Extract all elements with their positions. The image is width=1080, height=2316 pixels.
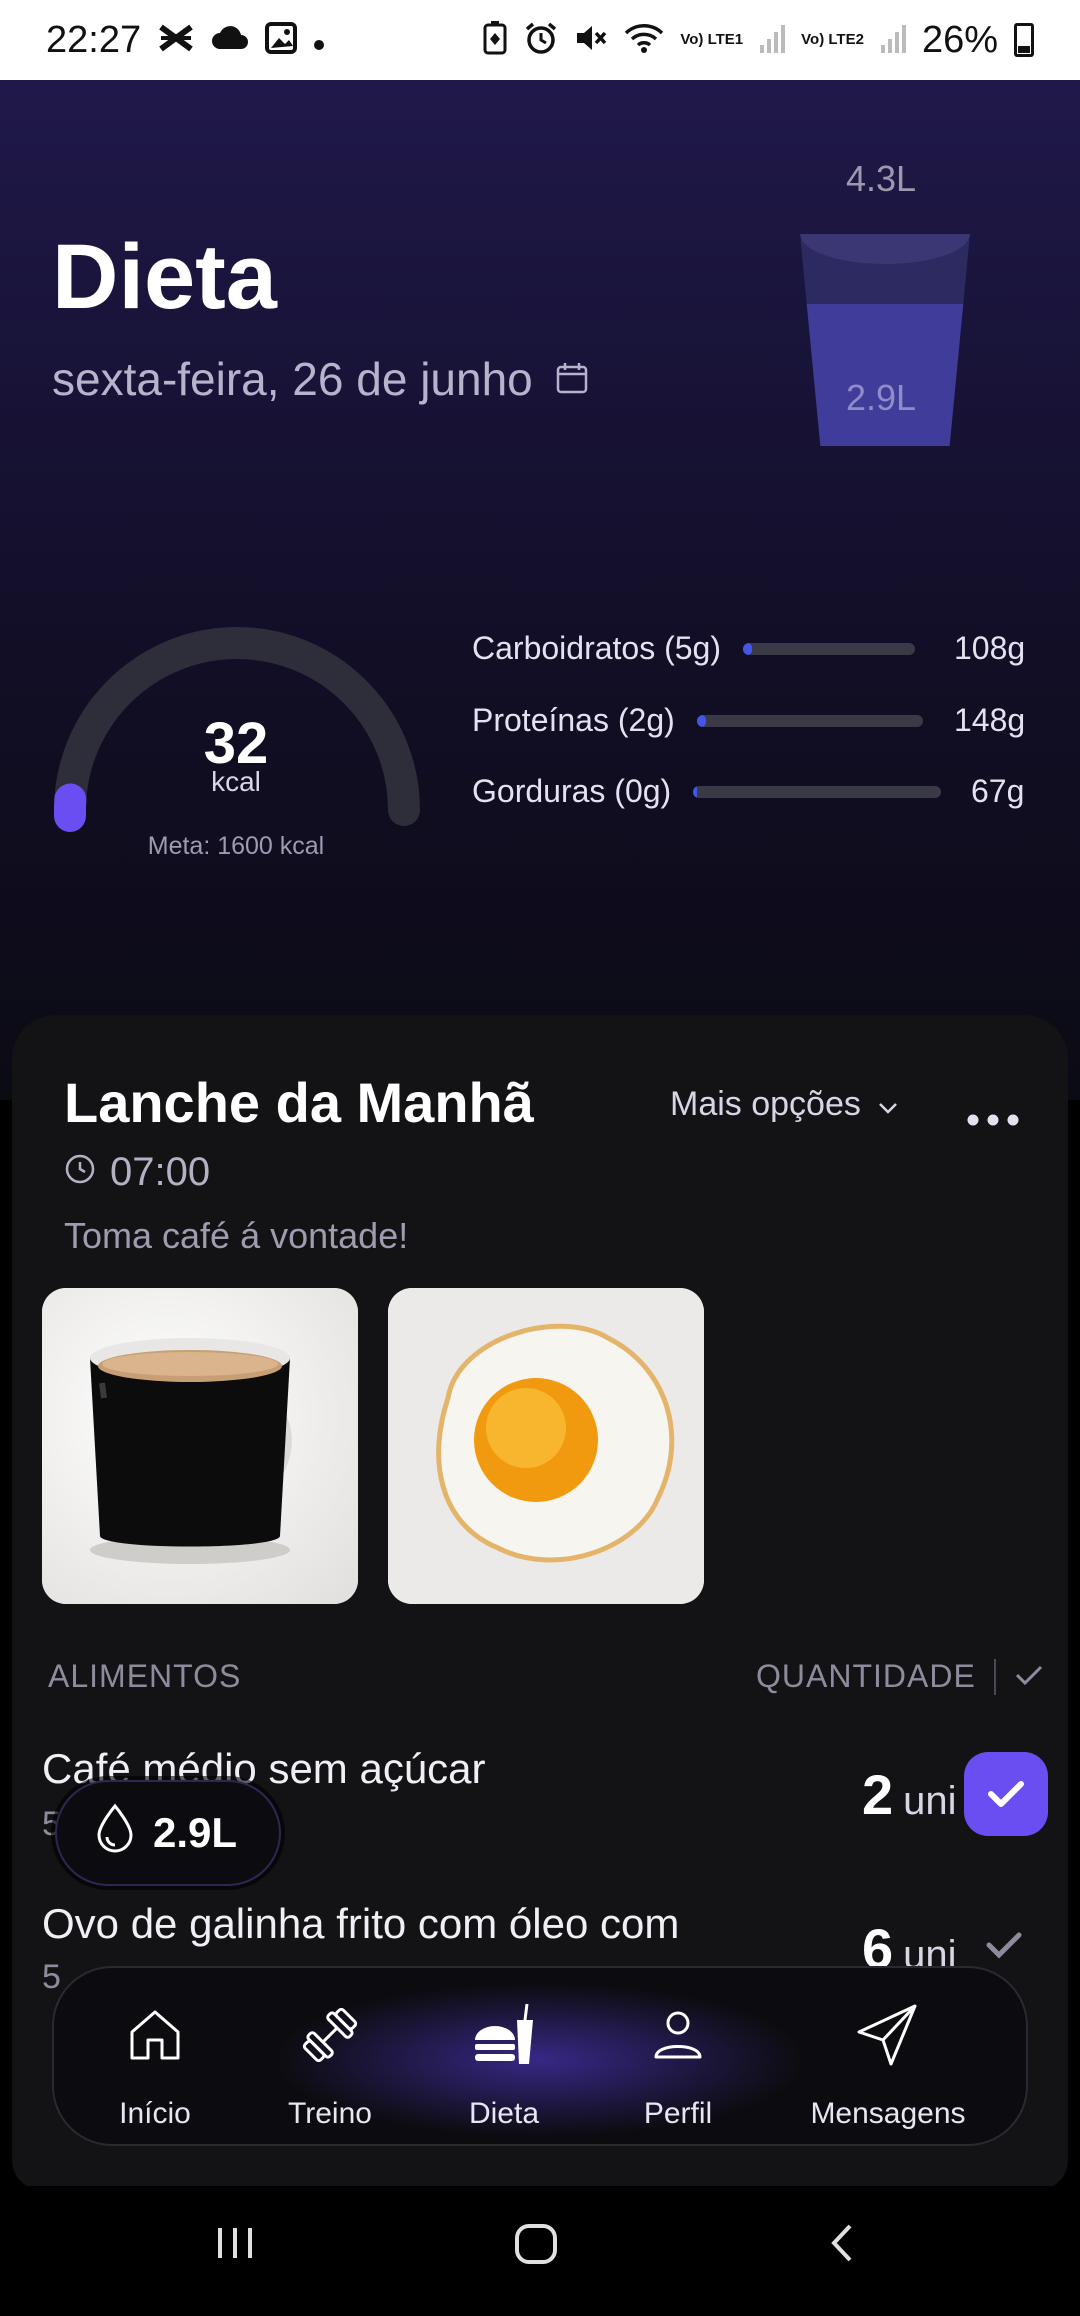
more-options-label: Mais opções	[670, 1085, 861, 1123]
date-selector[interactable]: sexta-feira, 26 de junho	[52, 352, 589, 406]
check-icon	[988, 1781, 1024, 1807]
battery-percent: 26%	[921, 18, 998, 61]
home-button-icon[interactable]	[512, 2220, 560, 2273]
coffee-cup-photo[interactable]	[42, 1288, 358, 1604]
signal-icon	[880, 23, 906, 58]
calorie-unit: kcal	[211, 766, 261, 797]
header-background	[0, 0, 1080, 1100]
macro-protein: Proteínas (2g)	[472, 702, 923, 739]
dot-icon	[313, 24, 325, 56]
nav-item-home[interactable]: Início	[65, 1995, 245, 2131]
cloud-icon	[211, 24, 249, 56]
fried-egg-photo[interactable]	[388, 1288, 704, 1604]
x-mark-icon	[157, 23, 195, 58]
nav-item-profile[interactable]: Perfil	[588, 1995, 768, 2131]
nav-item-diet[interactable]: Dieta	[414, 1995, 594, 2131]
back-icon[interactable]	[820, 2220, 866, 2271]
network-lte2: Vo) LTE2	[801, 31, 864, 48]
nav-label: Dieta	[468, 2097, 540, 2130]
macro-fat: Gorduras (0g)	[472, 773, 942, 810]
wifi-icon	[624, 22, 664, 59]
dumbbell-icon	[240, 1995, 420, 2075]
water-intake-button[interactable]: 2.9L	[55, 1780, 281, 1886]
calorie-goal: Meta: 1600 kcal	[147, 832, 325, 860]
check-all-icon[interactable]	[1014, 1658, 1044, 1695]
status-bar: 22:27 Vo) LTE1 Vo) LTE2 26%	[0, 0, 1080, 80]
quantity-column-header: QUANTIDADE	[756, 1658, 1044, 1695]
calendar-icon[interactable]	[555, 352, 589, 406]
water-current: 2.9L	[846, 377, 917, 418]
macro-progress	[693, 785, 697, 798]
macro-label: Proteínas (2g)	[472, 702, 675, 738]
macro-label: Carboidratos (5g)	[472, 630, 721, 666]
quantity-unit: uni	[903, 1779, 957, 1823]
send-icon	[798, 1995, 978, 2075]
network-lte1-label: Vo) LTE1	[680, 31, 744, 48]
home-icon	[65, 1995, 245, 2075]
water-drop-icon	[95, 1803, 135, 1863]
meal-title: Lanche da Manhã	[64, 1071, 534, 1134]
network-lte1: Vo) LTE1	[680, 31, 744, 48]
nav-label: Mensagens	[810, 2097, 966, 2130]
quantity-column-label: QUANTIDADE	[756, 1658, 976, 1694]
more-options-dropdown[interactable]: Mais opções	[670, 1085, 899, 1124]
signal-icon	[759, 23, 786, 58]
food-check-button[interactable]	[964, 1752, 1048, 1836]
nav-item-workout[interactable]: Treino	[240, 1995, 420, 2131]
water-cup-fill	[800, 303, 970, 446]
macro-progress	[696, 714, 706, 727]
nav-label: Treino	[288, 2097, 372, 2130]
macro-bar	[696, 714, 923, 727]
macro-carbs: Carboidratos (5g)	[472, 630, 915, 667]
food-icon	[414, 1995, 594, 2075]
alarm-icon	[524, 21, 558, 60]
date-label: sexta-feira, 26 de junho	[52, 353, 533, 405]
macro-bar	[693, 785, 942, 798]
foods-column-header: ALIMENTOS	[48, 1658, 242, 1694]
status-time: 22:27	[46, 18, 142, 61]
nav-label: Perfil	[643, 2097, 713, 2130]
macro-label: Gorduras (0g)	[472, 773, 672, 809]
chevron-down-icon	[877, 1085, 899, 1124]
nav-label: Início	[119, 2097, 191, 2130]
macro-bar	[743, 642, 915, 655]
macro-goal: 148g	[954, 702, 1026, 738]
meal-time-label: 07:00	[110, 1150, 211, 1194]
water-intake-value: 2.9L	[153, 1809, 238, 1856]
mute-icon	[574, 21, 608, 60]
water-goal: 4.3L	[846, 158, 917, 199]
food-check-icon[interactable]	[984, 1926, 1024, 1971]
macro-goal: 108g	[954, 630, 1026, 666]
macro-goal: 67g	[971, 773, 1025, 809]
battery-icon	[1014, 23, 1034, 57]
food-item-sub: 5	[42, 1958, 61, 1996]
meal-time: 07:00	[64, 1150, 210, 1195]
battery-saver-icon	[482, 20, 508, 60]
more-menu-icon[interactable]	[966, 1090, 1020, 1138]
column-divider	[993, 1658, 996, 1695]
profile-icon	[588, 1995, 768, 2075]
nav-item-messages[interactable]: Mensagens	[798, 1995, 978, 2131]
meal-note: Toma café á vontade!	[64, 1215, 409, 1256]
water-cup-rim	[800, 234, 970, 264]
clock-icon	[64, 1150, 96, 1195]
network-lte2-label: Vo) LTE2	[801, 31, 864, 48]
macro-progress	[743, 642, 752, 655]
recent-apps-icon[interactable]	[212, 2220, 258, 2271]
food-item-name[interactable]: Ovo de galinha frito com óleo com	[42, 1900, 679, 1948]
page-title: Dieta	[52, 226, 277, 328]
quantity-value: 2	[862, 1763, 894, 1826]
food-item-quantity[interactable]: 2 uni	[862, 1762, 957, 1827]
image-icon	[265, 21, 298, 59]
